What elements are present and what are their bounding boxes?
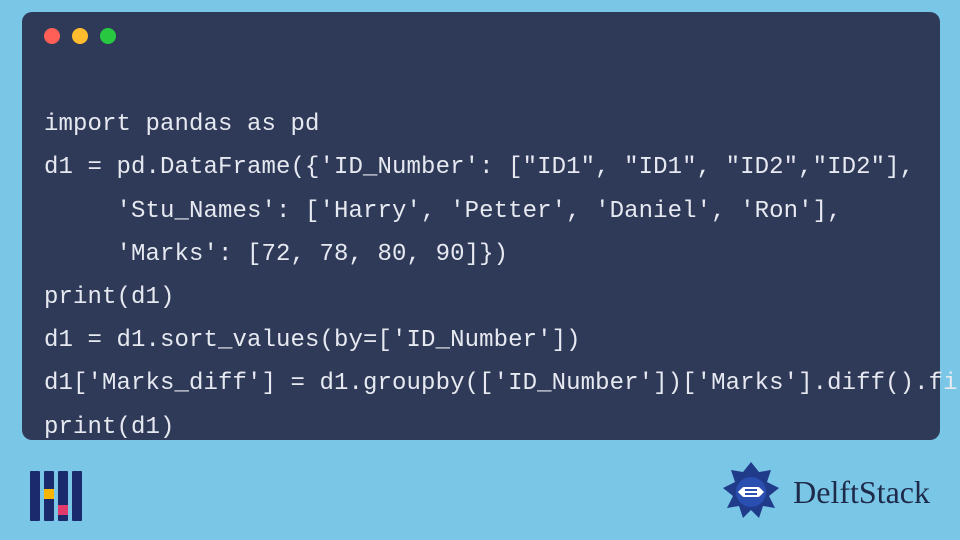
logo-bar [58, 471, 68, 521]
delftstack-badge-icon [719, 460, 783, 524]
footer: DelftStack [0, 448, 960, 540]
code-line: d1['Marks_diff'] = d1.groupby(['ID_Numbe… [44, 370, 960, 397]
code-line: print(d1) [44, 284, 175, 311]
logo-bar [30, 471, 40, 521]
zoom-icon[interactable] [100, 28, 116, 44]
window-controls [44, 28, 918, 44]
code-block: import pandas as pd d1 = pd.DataFrame({'… [44, 60, 918, 449]
code-line: d1 = d1.sort_values(by=['ID_Number']) [44, 327, 581, 354]
code-line: print(d1) [44, 414, 175, 441]
minimize-icon[interactable] [72, 28, 88, 44]
brand-name: DelftStack [793, 474, 930, 511]
code-line: 'Stu_Names': ['Harry', 'Petter', 'Daniel… [44, 198, 842, 225]
code-line: d1 = pd.DataFrame({'ID_Number': ["ID1", … [44, 154, 914, 181]
logo-bar [44, 471, 54, 521]
code-card: import pandas as pd d1 = pd.DataFrame({'… [22, 12, 940, 440]
close-icon[interactable] [44, 28, 60, 44]
logo-bar [72, 471, 82, 521]
canvas: import pandas as pd d1 = pd.DataFrame({'… [0, 0, 960, 540]
code-line: 'Marks': [72, 78, 80, 90]}) [44, 241, 508, 268]
pandas-logo-icon [30, 463, 82, 521]
delftstack-brand: DelftStack [719, 460, 930, 524]
code-line: import pandas as pd [44, 111, 320, 138]
